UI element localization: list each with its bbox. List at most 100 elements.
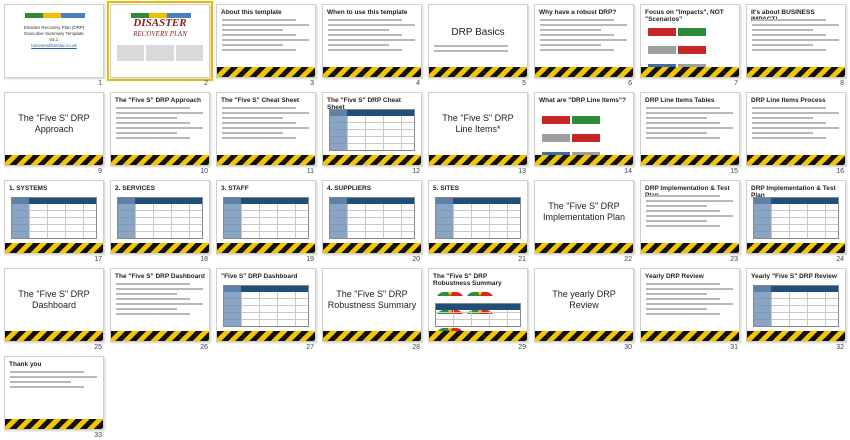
slide-slot[interactable]: The "Five S" DRP Dashboard 25 xyxy=(4,268,104,356)
slide-slot[interactable]: Yearly DRP Review 31 xyxy=(640,268,740,356)
slide-slot[interactable]: 1. SYSTEMS 17 xyxy=(4,180,104,268)
slide-thumbnail[interactable]: 5. SITES xyxy=(428,180,528,254)
slide-thumbnail[interactable]: The "Five S" DRP Robustness Summary xyxy=(428,268,528,342)
hazard-stripe xyxy=(747,331,845,341)
slide-thumbnail[interactable]: Why have a robust DRP? xyxy=(534,4,634,78)
slide-title: Yearly DRP Review xyxy=(645,273,704,280)
slide-number: 30 xyxy=(624,344,632,351)
slide-number: 6 xyxy=(628,80,632,87)
slide-thumbnail[interactable]: Focus on "Impacts", NOT "Scenarios" xyxy=(640,4,740,78)
body-lines xyxy=(646,283,733,318)
slide-thumbnail[interactable]: Yearly "Five S" DRP Review xyxy=(746,268,846,342)
slide-slot[interactable]: Disaster Recovery Plan (DRP) Executive Su… xyxy=(4,4,104,92)
slide-slot[interactable]: 4. SUPPLIERS 20 xyxy=(322,180,422,268)
slide-number: 2 xyxy=(204,80,208,87)
hazard-stripe xyxy=(323,155,421,165)
slide-thumbnail[interactable]: Disaster Recovery Plan (DRP) Executive Su… xyxy=(4,4,104,78)
slide-thumbnail[interactable]: The "Five S" Cheat Sheet xyxy=(216,92,316,166)
slide-slot[interactable]: DRP Basics 5 xyxy=(428,4,528,92)
slide-slot[interactable]: The "Five S" DRP Implementation Plan 22 xyxy=(534,180,634,268)
slide-thumbnail[interactable]: The "Five S" DRP Approach xyxy=(110,92,210,166)
slide-thumbnail[interactable]: "Five S" DRP Dashboard xyxy=(216,268,316,342)
cover-title: DISASTER xyxy=(133,17,187,29)
hazard-stripe xyxy=(535,243,633,253)
slide-thumbnail[interactable]: DISASTER RECOVERY PLAN xyxy=(107,1,213,81)
hazard-stripe xyxy=(5,331,103,341)
slide-thumbnail[interactable]: The "Five S" DRP Cheat Sheet xyxy=(322,92,422,166)
body-lines xyxy=(434,45,521,55)
slide-number: 7 xyxy=(734,80,738,87)
slide-thumbnail[interactable]: The "Five S" DRP Dashboard xyxy=(4,268,104,342)
slide-title: The "Five S" DRP Implementation Plan xyxy=(542,201,626,222)
table-first-column xyxy=(436,198,453,238)
slide-thumbnail[interactable]: The yearly DRP Review xyxy=(534,268,634,342)
slide-slot[interactable]: The "Five S" DRP Cheat Sheet 12 xyxy=(322,92,422,180)
slide-slot[interactable]: The yearly DRP Review 30 xyxy=(534,268,634,356)
slide-title: Focus on "Impacts", NOT "Scenarios" xyxy=(645,9,724,23)
slide-slot[interactable]: 5. SITES 21 xyxy=(428,180,528,268)
slide-slot[interactable]: Focus on "Impacts", NOT "Scenarios" 7 xyxy=(640,4,740,92)
slide-thumbnail[interactable]: DRP Implementation & Test Plan xyxy=(746,180,846,254)
slide-thumbnail[interactable]: About this template xyxy=(216,4,316,78)
slide-thumbnail[interactable]: It's about BUSINESS IMPACT! xyxy=(746,4,846,78)
slide-thumbnail[interactable]: The "Five S" DRP Robustness Summary xyxy=(322,268,422,342)
slide-number: 31 xyxy=(730,344,738,351)
slide-number: 25 xyxy=(94,344,102,351)
body-lines xyxy=(116,283,203,318)
slide-slot[interactable]: DISASTER RECOVERY PLAN 2 xyxy=(107,1,213,92)
slide-slot[interactable]: The "Five S" Cheat Sheet 11 xyxy=(216,92,316,180)
data-table xyxy=(117,197,203,239)
hazard-stripe xyxy=(217,243,315,253)
slide-slot[interactable]: The "Five S" DRP Approach 10 xyxy=(110,92,210,180)
cover-panels xyxy=(117,45,203,61)
slide-thumbnail[interactable]: 1. SYSTEMS xyxy=(4,180,104,254)
slide-thumbnail[interactable]: DRP Line Items Tables xyxy=(640,92,740,166)
slide-slot[interactable]: The "Five S" DRP Robustness Summary 28 xyxy=(322,268,422,356)
body-lines xyxy=(116,107,203,142)
slide-slot[interactable]: "Five S" DRP Dashboard 27 xyxy=(216,268,316,356)
slide-slot[interactable]: What are "DRP Line Items"? 14 xyxy=(534,92,634,180)
slide-slot[interactable]: Why have a robust DRP? 6 xyxy=(534,4,634,92)
slide-slot[interactable]: About this template 3 xyxy=(216,4,316,92)
slide-thumbnail[interactable]: DRP Line Items Process xyxy=(746,92,846,166)
slide-number: 22 xyxy=(624,256,632,263)
slide-thumbnail[interactable]: DRP Implementation & Test Plan xyxy=(640,180,740,254)
slide-slot[interactable]: The "Five S" DRP Approach 9 xyxy=(4,92,104,180)
slide-slot[interactable]: DRP Line Items Process 16 xyxy=(746,92,846,180)
data-table xyxy=(753,285,839,327)
slide-slot[interactable]: DRP Line Items Tables 15 xyxy=(640,92,740,180)
slide-thumbnail[interactable]: 4. SUPPLIERS xyxy=(322,180,422,254)
slide-slot[interactable]: It's about BUSINESS IMPACT! 8 xyxy=(746,4,846,92)
slide-thumbnail[interactable]: 3. STAFF xyxy=(216,180,316,254)
slide-slot[interactable]: 3. STAFF 19 xyxy=(216,180,316,268)
slide-number: 4 xyxy=(416,80,420,87)
slide-thumbnail[interactable]: What are "DRP Line Items"? xyxy=(534,92,634,166)
slide-slot[interactable]: When to use this template 4 xyxy=(322,4,422,92)
slide-number: 13 xyxy=(518,168,526,175)
slide-thumbnail[interactable]: The "Five S" DRP Implementation Plan xyxy=(534,180,634,254)
slide-thumbnail[interactable]: DRP Basics xyxy=(428,4,528,78)
slide-title: The "Five S" DRP Robustness Summary xyxy=(327,289,417,310)
slide-slot[interactable]: The "Five S" DRP Line Items* 13 xyxy=(428,92,528,180)
slide-slot[interactable]: Thank you 33 xyxy=(4,356,104,440)
body-lines xyxy=(646,195,733,230)
slide-title: DRP Line Items Process xyxy=(751,97,826,104)
slide-thumbnail[interactable]: The "Five S" DRP Dashboard xyxy=(110,268,210,342)
slide-slot[interactable]: The "Five S" DRP Dashboard 26 xyxy=(110,268,210,356)
slide-slot[interactable]: DRP Implementation & Test Plan 24 xyxy=(746,180,846,268)
slide-thumbnail[interactable]: When to use this template xyxy=(322,4,422,78)
table-first-column xyxy=(118,198,135,238)
slide-number: 9 xyxy=(98,168,102,175)
slide-thumbnail[interactable]: Yearly DRP Review xyxy=(640,268,740,342)
slide-thumbnail[interactable]: The "Five S" DRP Line Items* xyxy=(428,92,528,166)
hazard-stripe xyxy=(641,155,739,165)
slide-thumbnail[interactable]: The "Five S" DRP Approach xyxy=(4,92,104,166)
slide-slot[interactable]: 2. SERVICES 18 xyxy=(110,180,210,268)
slide-thumbnail[interactable]: 2. SERVICES xyxy=(110,180,210,254)
slide-slot[interactable]: DRP Implementation & Test Plan 23 xyxy=(640,180,740,268)
slide-slot[interactable]: Yearly "Five S" DRP Review 32 xyxy=(746,268,846,356)
impact-box xyxy=(572,134,600,142)
slide-number: 20 xyxy=(412,256,420,263)
slide-thumbnail[interactable]: Thank you xyxy=(4,356,104,430)
slide-slot[interactable]: The "Five S" DRP Robustness Summary 29 xyxy=(428,268,528,356)
